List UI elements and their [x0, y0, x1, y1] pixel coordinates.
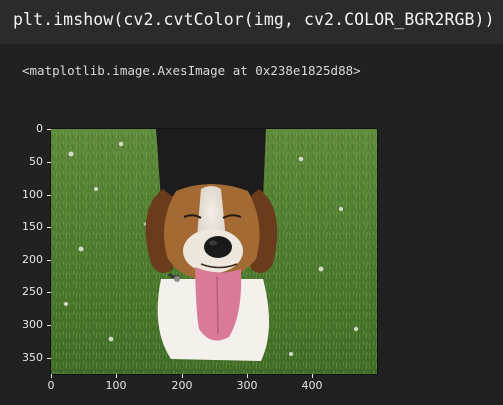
code-line[interactable]: plt.imshow(cv2.cvtColor(img, cv2.COLOR_B… [13, 10, 503, 29]
output-repr: <matplotlib.image.AxesImage at 0x238e182… [22, 63, 361, 78]
image-axes [50, 128, 378, 375]
ytick-label: 250 [22, 285, 43, 298]
ytick-mark-100 [47, 195, 51, 196]
xtick-label: 200 [171, 379, 193, 392]
notebook-view: plt.imshow(cv2.cvtColor(img, cv2.COLOR_B… [0, 0, 503, 405]
ytick-label: 50 [29, 155, 43, 168]
imshow-plot: 0 50 100 150 200 250 300 350 0 100 200 3… [0, 120, 503, 405]
xtick-label: 400 [301, 379, 323, 392]
ytick-label: 350 [22, 351, 43, 364]
ytick-label: 100 [22, 188, 43, 201]
xtick-mark-100 [116, 374, 117, 378]
dog-photo-image [51, 129, 377, 374]
ytick-label: 150 [22, 220, 43, 233]
ytick-mark-350 [47, 358, 51, 359]
ytick-label: 300 [22, 318, 43, 331]
ytick-mark-250 [47, 292, 51, 293]
ytick-label: 200 [22, 253, 43, 266]
xtick-mark-200 [182, 374, 183, 378]
ytick-mark-150 [47, 227, 51, 228]
ytick-mark-200 [47, 260, 51, 261]
xtick-label: 300 [236, 379, 258, 392]
ytick-mark-50 [47, 162, 51, 163]
ytick-mark-0 [47, 129, 51, 130]
ytick-mark-300 [47, 325, 51, 326]
xtick-label: 0 [47, 379, 55, 392]
xtick-mark-400 [312, 374, 313, 378]
xtick-mark-0 [51, 374, 52, 378]
xtick-label: 100 [105, 379, 127, 392]
xtick-mark-300 [247, 374, 248, 378]
code-cell[interactable]: plt.imshow(cv2.cvtColor(img, cv2.COLOR_B… [0, 0, 503, 44]
ytick-label: 0 [36, 122, 43, 135]
